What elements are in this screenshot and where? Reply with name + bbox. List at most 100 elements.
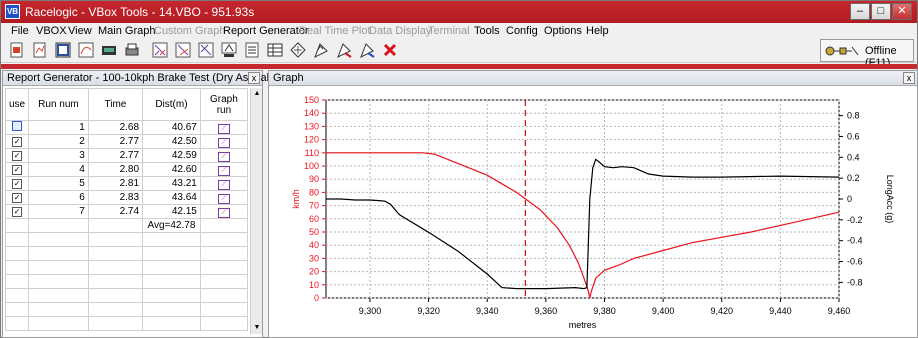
scroll-down-icon[interactable]: ▼ <box>251 322 263 334</box>
y-right-tick-label: 0 <box>847 194 852 204</box>
menu-data-display[interactable]: Data Display <box>369 25 431 37</box>
y-left-tick-label: 130 <box>304 121 319 131</box>
vbox-icon[interactable] <box>99 41 119 61</box>
menu-bar: File VBOX View Main Graph Custom Graph R… <box>1 23 917 40</box>
x-axis-label: metres <box>569 320 597 330</box>
graph-run-icon[interactable]: ⟋ <box>217 165 230 176</box>
table-row[interactable]: ✓ 2 2.77 42.50 ⟋ <box>5 134 248 149</box>
y-right-tick-label: 0.2 <box>847 173 860 183</box>
column-header-time[interactable]: Time <box>87 88 144 121</box>
use-checkbox[interactable]: ✓ <box>12 137 23 147</box>
run-num-cell: 5 <box>28 176 89 191</box>
graph-run-icon[interactable]: ⟋ <box>217 193 230 204</box>
y-right-axis-label: LongAcc (g) <box>885 175 895 224</box>
table-row[interactable]: ✓ 3 2.77 42.59 ⟋ <box>5 148 248 163</box>
report-panel-close-button[interactable]: x <box>248 72 260 84</box>
table-row[interactable]: ✓ 6 2.83 43.64 ⟋ <box>5 190 248 205</box>
menu-custom-graph[interactable]: Custom Graph <box>154 25 226 37</box>
use-checkbox[interactable]: ✓ <box>12 207 23 217</box>
menu-options[interactable]: Options <box>544 25 582 37</box>
y-left-tick-label: 10 <box>309 280 319 290</box>
open-folder-icon[interactable] <box>30 41 50 61</box>
grid-icon[interactable] <box>265 41 285 61</box>
use-checkbox[interactable]: ✓ <box>12 165 23 175</box>
table-row[interactable]: ✓ 7 2.74 42.15 ⟋ <box>5 204 248 219</box>
use-checkbox[interactable]: ✓ <box>12 179 23 189</box>
flag-red-icon[interactable] <box>334 41 354 61</box>
graph-run-icon[interactable]: ⟋ <box>217 123 230 134</box>
report-table: use Run num Time Dist(m) Graph run 1 2.6… <box>5 88 248 334</box>
offline-button[interactable]: Offline (F11) <box>820 39 914 69</box>
menu-vbox[interactable]: VBOX <box>36 25 67 37</box>
x-tick-label: 9,320 <box>417 306 440 316</box>
flag-icon[interactable] <box>311 41 331 61</box>
graph-chart[interactable]: 9,300 9,320 9,340 9,360 9,380 9,400 9,420 9,440… <box>269 87 917 337</box>
graph-run-icon[interactable]: ⟋ <box>217 137 230 148</box>
report-panel-title: Report Generator - 100-10kph Brake Test … <box>7 72 276 84</box>
upload-icon[interactable] <box>219 41 239 61</box>
column-header-dist[interactable]: Dist(m) <box>142 88 201 121</box>
column-header-run-num[interactable]: Run num <box>28 88 89 121</box>
connection-icon <box>824 43 862 62</box>
graph-icon[interactable] <box>76 41 96 61</box>
scroll-up-icon[interactable]: ▲ <box>251 88 263 100</box>
y-left-tick-label: 150 <box>304 95 319 105</box>
time-cell: 2.74 <box>87 204 144 219</box>
menu-report-generator[interactable]: Report Generator <box>223 25 309 37</box>
menu-config[interactable]: Config <box>506 25 538 37</box>
vertical-scrollbar[interactable]: ▲ ▼ <box>250 88 262 334</box>
dist-cell: 42.50 <box>142 134 201 149</box>
flag-blue-icon[interactable] <box>357 41 377 61</box>
report-graph-icon[interactable] <box>173 41 193 61</box>
menu-tools[interactable]: Tools <box>474 25 500 37</box>
column-header-use[interactable]: use <box>5 88 30 121</box>
open-file-icon[interactable] <box>7 41 27 61</box>
column-header-graph-run[interactable]: Graph run <box>199 88 248 121</box>
menu-real-time-plot[interactable]: Real Time Plot <box>299 25 371 37</box>
run-num-cell: 1 <box>28 120 89 135</box>
toolbar <box>1 40 917 63</box>
time-cell: 2.83 <box>87 190 144 205</box>
y-left-tick-label: 0 <box>314 293 319 303</box>
graph-panel-close-button[interactable]: x <box>903 72 915 84</box>
y-right-tick-label: -0.6 <box>847 257 863 267</box>
menu-file[interactable]: File <box>11 25 29 37</box>
x-tick-label: 9,340 <box>476 306 499 316</box>
minimize-button[interactable]: – <box>850 3 870 20</box>
dist-cell: 42.59 <box>142 148 201 163</box>
menu-help[interactable]: Help <box>586 25 609 37</box>
table-row[interactable]: ✓ 4 2.80 42.60 ⟋ <box>5 162 248 177</box>
menu-view[interactable]: View <box>68 25 92 37</box>
graph-run-icon[interactable]: ⟋ <box>217 151 230 162</box>
y-right-tick-label: -0.4 <box>847 236 863 246</box>
y-right-tick-label: -0.8 <box>847 277 863 287</box>
maximize-button[interactable]: □ <box>871 3 891 20</box>
average-cell: Avg=42.78 <box>142 218 201 233</box>
use-checkbox[interactable]: ✓ <box>12 151 23 161</box>
x-tick-label: 9,380 <box>593 306 616 316</box>
report-icon[interactable] <box>150 41 170 61</box>
menu-main-graph[interactable]: Main Graph <box>98 25 155 37</box>
delete-icon[interactable] <box>380 41 400 61</box>
table-icon[interactable] <box>242 41 262 61</box>
dist-cell: 43.21 <box>142 176 201 191</box>
print-icon[interactable] <box>122 41 142 61</box>
graph-run-icon[interactable]: ⟋ <box>217 207 230 218</box>
graph-panel: Graph x 9,300 9,320 9,340 9,360 9,380 9,400 9,… <box>268 70 918 338</box>
table-row: Avg=42.78 <box>5 218 248 233</box>
use-checkbox[interactable] <box>12 121 23 131</box>
run-num-cell: 3 <box>28 148 89 163</box>
menu-terminal[interactable]: Terminal <box>428 25 470 37</box>
report-generator-panel: Report Generator - 100-10kph Brake Test … <box>2 70 276 338</box>
window-title: Racelogic - VBox Tools - 14.VBO - 951.93… <box>25 5 255 19</box>
close-window-button[interactable]: ✕ <box>892 3 912 20</box>
graph-run-icon[interactable]: ⟋ <box>217 179 230 190</box>
table-row[interactable]: 1 2.68 40.67 ⟋ <box>5 120 248 135</box>
dist-cell: 42.15 <box>142 204 201 219</box>
use-checkbox[interactable]: ✓ <box>12 193 23 203</box>
report-list-icon[interactable] <box>196 41 216 61</box>
save-icon[interactable] <box>53 41 73 61</box>
y-right-tick-label: 0.8 <box>847 111 860 121</box>
table-row[interactable]: ✓ 5 2.81 43.21 ⟋ <box>5 176 248 191</box>
diamond-icon[interactable] <box>288 41 308 61</box>
